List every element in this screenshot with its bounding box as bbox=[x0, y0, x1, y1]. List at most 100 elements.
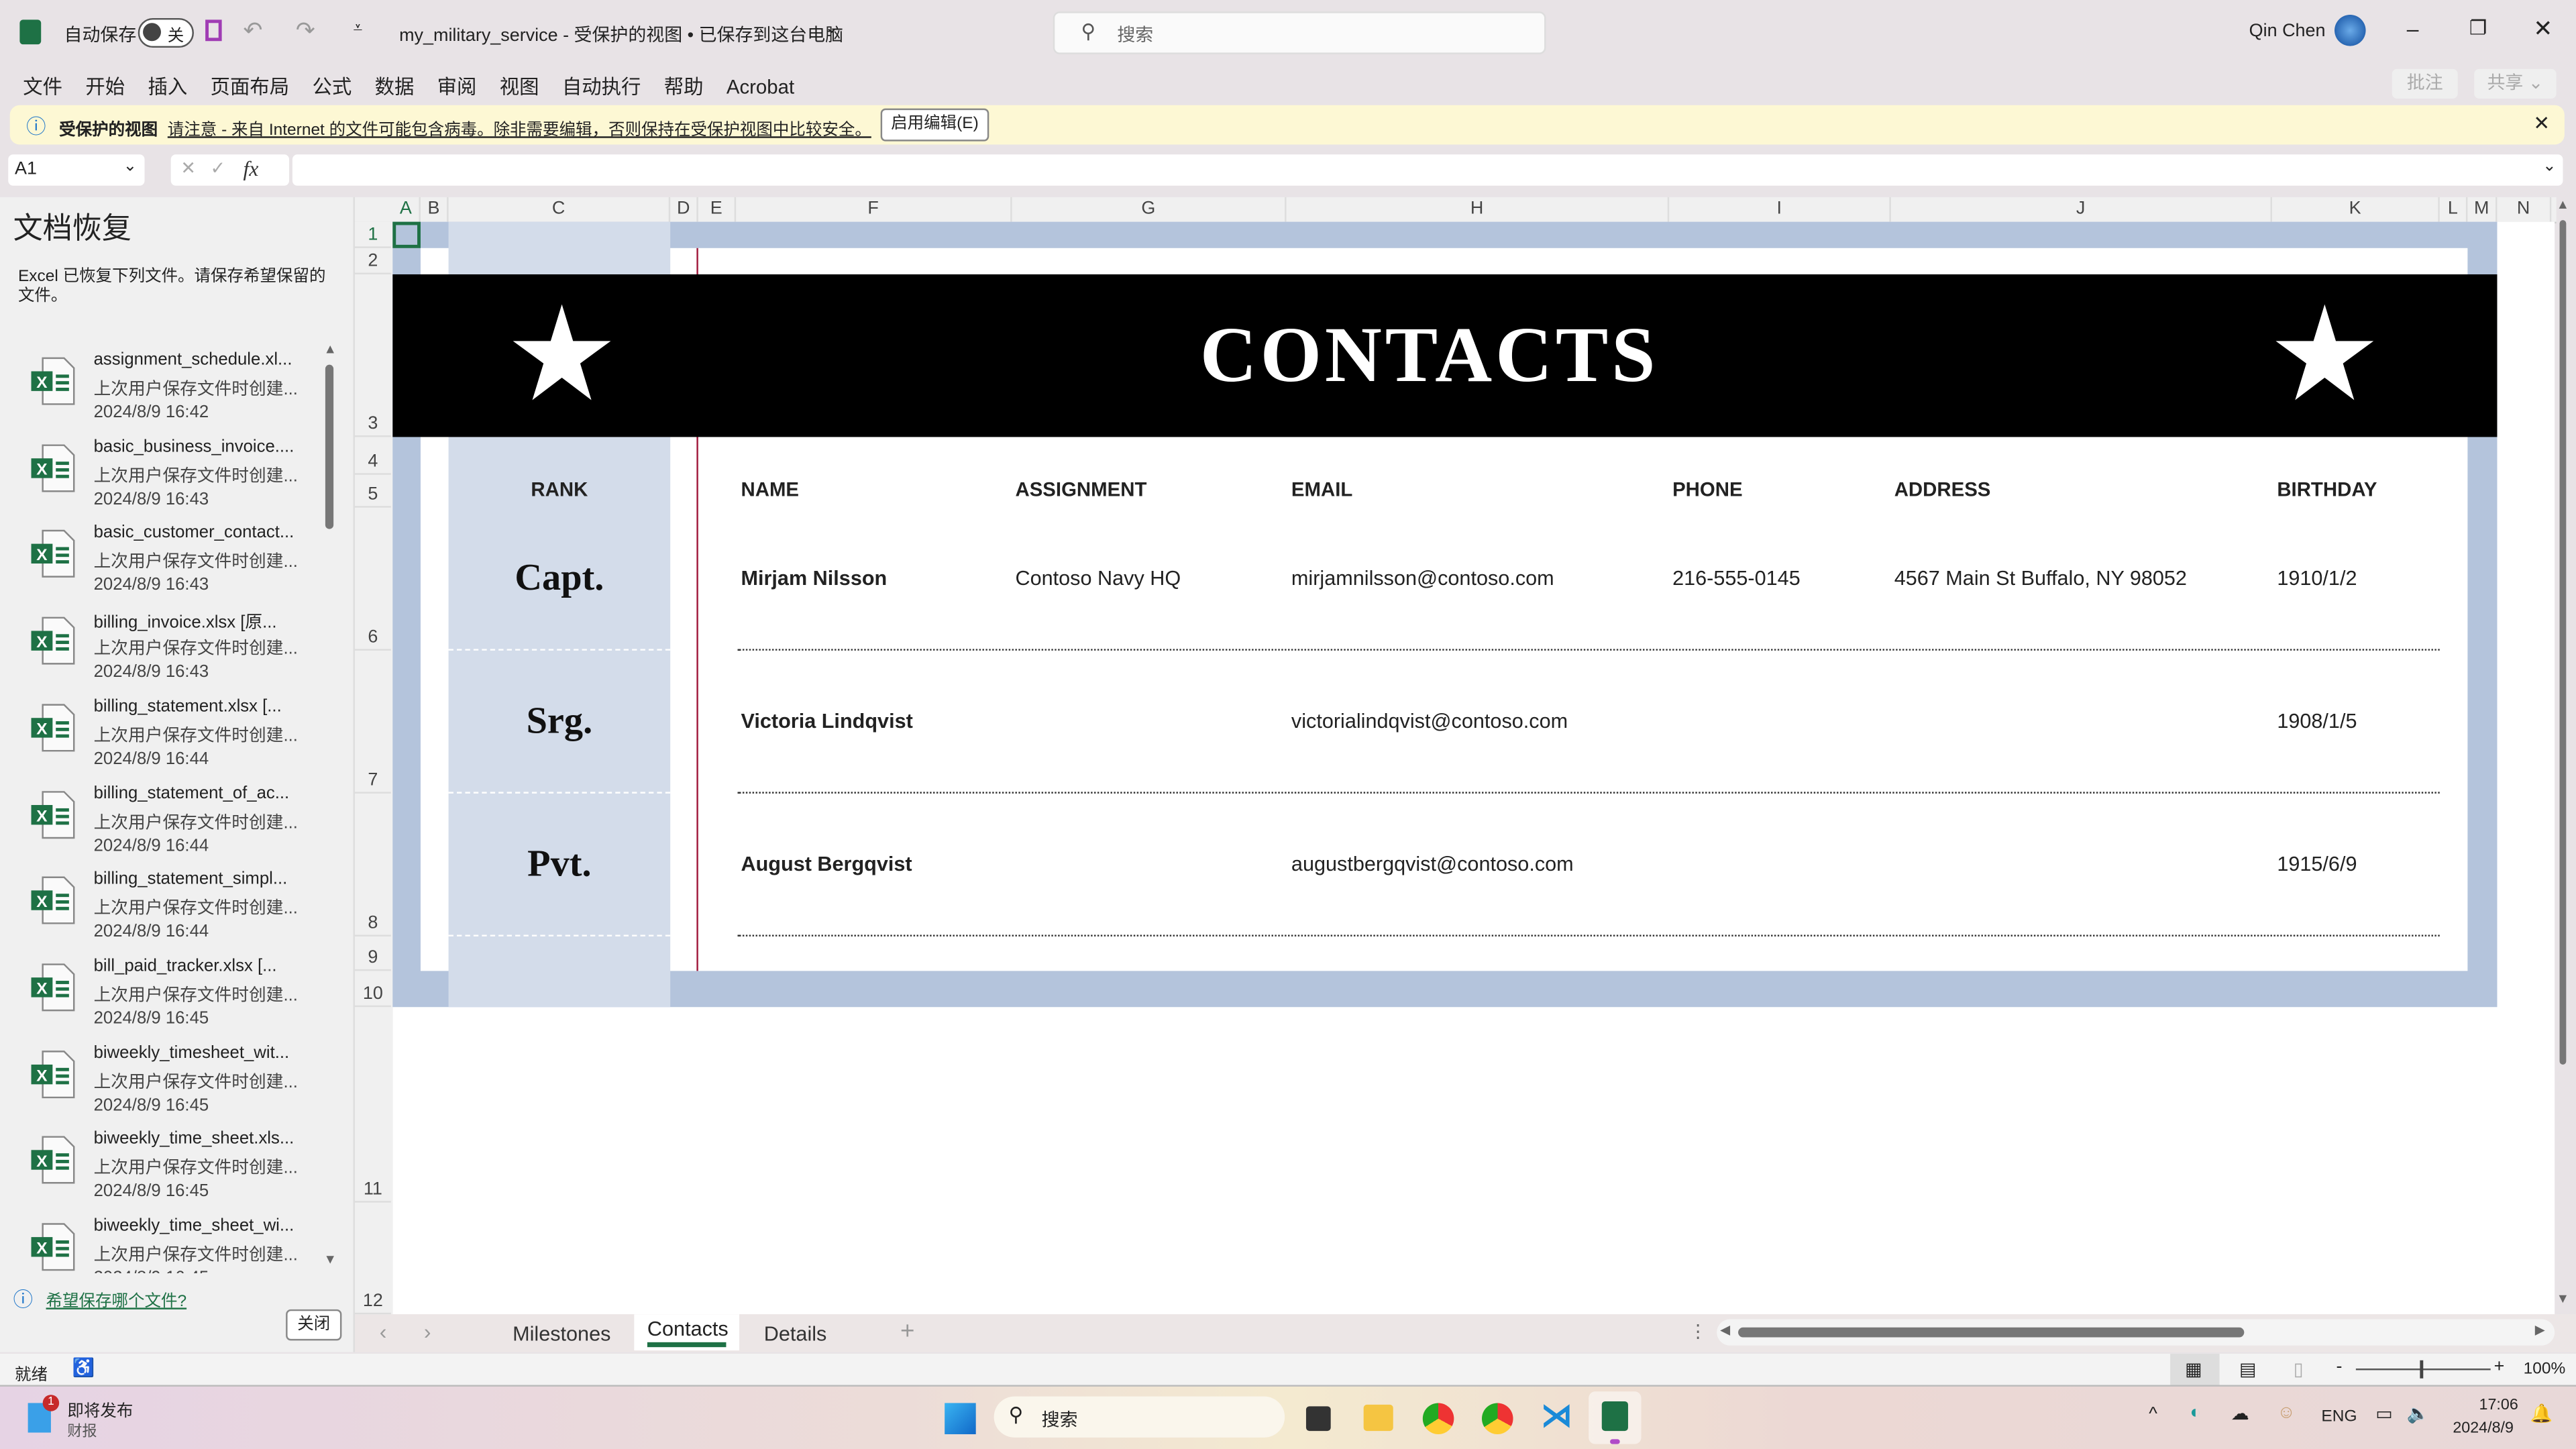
row-header[interactable]: 12 bbox=[354, 1117, 391, 1315]
scrollbar-thumb[interactable] bbox=[2559, 220, 2567, 1065]
menu-review[interactable]: 审阅 bbox=[437, 76, 477, 99]
column-header[interactable]: N bbox=[2497, 197, 2552, 222]
task-view-icon[interactable] bbox=[1305, 1406, 1331, 1432]
column-header[interactable]: B bbox=[421, 197, 449, 222]
recovered-file-item[interactable]: Xbiweekly_time_sheet.xls... 上次用户保存文件时创建..… bbox=[23, 1129, 319, 1216]
recovery-scrollbar[interactable]: ▲ ▼ bbox=[322, 341, 338, 1271]
zoom-level[interactable]: 100% bbox=[2524, 1360, 2566, 1379]
edge-icon[interactable]: ◐ bbox=[2190, 1403, 2201, 1422]
document-title[interactable]: my_military_service - 受保护的视图 • 已保存到这台电脑 bbox=[399, 21, 843, 48]
row-header[interactable]: 5 bbox=[354, 475, 391, 508]
name-box[interactable]: A1 ⌄ bbox=[8, 154, 145, 186]
recovered-file-item[interactable]: Xassignment_schedule.xl... 上次用户保存文件时创建...… bbox=[23, 350, 319, 437]
menu-insert[interactable]: 插入 bbox=[148, 76, 187, 99]
chrome-icon[interactable] bbox=[1481, 1403, 1513, 1434]
expand-formula-icon[interactable]: ⌄ bbox=[2542, 158, 2557, 176]
restore-icon[interactable]: ❐ bbox=[2469, 16, 2487, 39]
banner-message-link[interactable]: 请注意 - 来自 Internet 的文件可能包含病毒。除非需要编辑，否则保持在… bbox=[168, 115, 871, 140]
column-header[interactable]: A bbox=[392, 197, 421, 225]
excel-taskbar-button[interactable] bbox=[1589, 1391, 1642, 1444]
row-header[interactable]: 4 bbox=[354, 437, 391, 475]
menu-home[interactable]: 开始 bbox=[85, 76, 125, 99]
user-name[interactable]: Qin Chen bbox=[2249, 21, 2326, 41]
column-header[interactable]: I bbox=[1669, 197, 1891, 222]
menu-page-layout[interactable]: 页面布局 bbox=[211, 76, 290, 99]
next-sheet-icon[interactable]: › bbox=[424, 1320, 431, 1344]
scrollbar-thumb[interactable] bbox=[1738, 1327, 2245, 1338]
tab-details[interactable]: Details bbox=[764, 1322, 827, 1345]
onedrive-icon[interactable]: ☁ bbox=[2231, 1403, 2249, 1424]
row-header[interactable]: 1 bbox=[354, 222, 391, 248]
recovered-file-item[interactable]: Xbilling_statement_simpl... 上次用户保存文件时创建..… bbox=[23, 869, 319, 957]
vertical-scrollbar[interactable]: ▲ ▼ bbox=[2551, 197, 2574, 1314]
more-options-icon[interactable]: ⋮ bbox=[1689, 1321, 1707, 1342]
row-header[interactable]: 10 bbox=[354, 971, 391, 1008]
minimize-icon[interactable]: – bbox=[2407, 16, 2419, 41]
vscode-icon[interactable]: ⋊ bbox=[1541, 1398, 1572, 1436]
comments-button[interactable]: 批注 bbox=[2392, 68, 2458, 99]
recovered-file-item[interactable]: Xbilling_statement_of_ac... 上次用户保存文件时创建..… bbox=[23, 783, 319, 870]
zoom-in-button[interactable]: + bbox=[2494, 1357, 2505, 1377]
avatar[interactable] bbox=[2334, 15, 2366, 46]
recovered-file-item[interactable]: Xbilling_invoice.xlsx [原... 上次用户保存文件时创建..… bbox=[23, 610, 319, 697]
recovery-close-button[interactable]: 关闭 bbox=[286, 1309, 342, 1341]
selected-cell-a1[interactable] bbox=[392, 221, 421, 248]
recovered-file-item[interactable]: Xbasic_business_invoice.... 上次用户保存文件时创建..… bbox=[23, 437, 319, 524]
column-header[interactable]: J bbox=[1891, 197, 2272, 222]
autosave-toggle[interactable]: 关 bbox=[138, 17, 194, 48]
redo-icon[interactable]: ↷ bbox=[296, 16, 315, 44]
recovered-file-item[interactable]: Xbill_paid_tracker.xlsx [... 上次用户保存文件时创建.… bbox=[23, 956, 319, 1043]
tray-app-icon[interactable]: ☺ bbox=[2277, 1403, 2296, 1422]
row-header[interactable]: 2 bbox=[354, 248, 391, 274]
menu-formulas[interactable]: 公式 bbox=[312, 76, 352, 99]
row-header[interactable]: 3 bbox=[354, 274, 391, 437]
row-header[interactable]: 7 bbox=[354, 651, 391, 794]
search-box[interactable]: ⚲ 搜索 bbox=[1053, 11, 1546, 54]
file-explorer-icon[interactable] bbox=[1363, 1404, 1393, 1432]
enable-editing-button[interactable]: 启用编辑(E) bbox=[880, 108, 989, 142]
recovered-file-item[interactable]: Xbasic_customer_contact... 上次用户保存文件时创建...… bbox=[23, 523, 319, 610]
close-icon[interactable]: ✕ bbox=[2533, 15, 2553, 43]
volume-icon[interactable]: 🔈 bbox=[2407, 1403, 2430, 1424]
show-hidden-icons[interactable]: ^ bbox=[2149, 1405, 2157, 1424]
column-header[interactable]: H bbox=[1287, 197, 1670, 222]
menu-help[interactable]: 帮助 bbox=[664, 76, 704, 99]
row-header[interactable]: 6 bbox=[354, 508, 391, 651]
accessibility-icon[interactable]: ♿ bbox=[72, 1357, 95, 1378]
menu-view[interactable]: 视图 bbox=[500, 76, 539, 99]
column-header[interactable]: M bbox=[2467, 197, 2498, 222]
menu-automate[interactable]: 自动执行 bbox=[562, 76, 641, 99]
column-header[interactable]: F bbox=[736, 197, 1012, 222]
notification-bell-icon[interactable]: 🔔 bbox=[2530, 1403, 2553, 1424]
network-icon[interactable]: ▭ bbox=[2375, 1403, 2392, 1424]
zoom-slider[interactable] bbox=[2355, 1360, 2491, 1379]
cancel-icon[interactable]: ✕ bbox=[180, 158, 196, 179]
page-layout-view-button[interactable]: ▤ bbox=[2239, 1358, 2256, 1380]
clock-time[interactable]: 17:06 bbox=[2479, 1397, 2518, 1415]
menu-data[interactable]: 数据 bbox=[375, 76, 415, 99]
column-header[interactable]: D bbox=[670, 197, 698, 222]
recovered-file-item[interactable]: Xbilling_statement.xlsx [... 上次用户保存文件时创建.… bbox=[23, 696, 319, 784]
prev-sheet-icon[interactable]: ‹ bbox=[380, 1320, 387, 1344]
tab-contacts[interactable]: Contacts bbox=[634, 1314, 740, 1351]
enter-icon[interactable]: ✓ bbox=[210, 158, 225, 179]
banner-close-icon[interactable]: ✕ bbox=[2533, 112, 2550, 135]
column-header[interactable]: C bbox=[449, 197, 671, 222]
chevron-down-icon[interactable]: ⌄ bbox=[824, 19, 839, 38]
tab-milestones[interactable]: Milestones bbox=[513, 1322, 610, 1345]
menu-file[interactable]: 文件 bbox=[23, 76, 62, 99]
column-header[interactable]: E bbox=[698, 197, 737, 222]
undo-icon[interactable]: ↶ bbox=[243, 16, 262, 44]
save-icon[interactable] bbox=[205, 19, 222, 42]
page-break-view-button[interactable]: ▯ bbox=[2294, 1358, 2304, 1380]
normal-view-button[interactable]: ▦ bbox=[2170, 1353, 2220, 1385]
input-language[interactable]: ENG bbox=[2321, 1408, 2357, 1426]
taskbar-search[interactable]: ⚲ 搜索 bbox=[994, 1396, 1285, 1438]
add-sheet-button[interactable]: + bbox=[900, 1318, 914, 1346]
share-button[interactable]: 共享 ⌄ bbox=[2474, 68, 2557, 99]
windows-start-icon[interactable] bbox=[945, 1403, 976, 1434]
zoom-out-button[interactable]: - bbox=[2336, 1357, 2342, 1377]
recovered-file-item[interactable]: Xbiweekly_time_sheet_wi... 上次用户保存文件时创建...… bbox=[23, 1216, 319, 1273]
news-title[interactable]: 即将发布 bbox=[67, 1397, 133, 1421]
menu-acrobat[interactable]: Acrobat bbox=[727, 76, 794, 99]
